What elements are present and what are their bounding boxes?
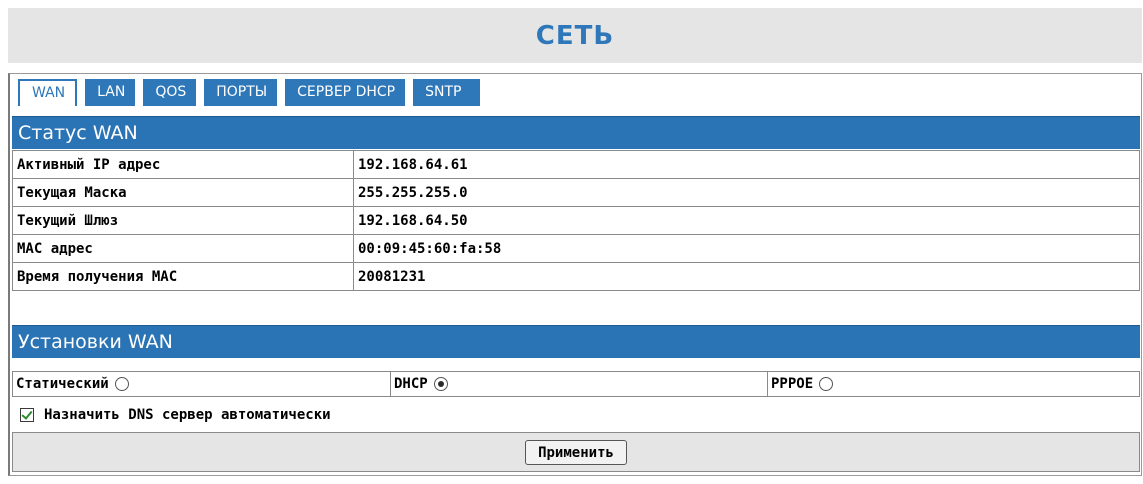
pppoe-radio[interactable] [819,377,834,391]
mac-time-value: 20081231 [353,262,1140,291]
static-label: Статический [16,376,109,392]
dns-auto-checkbox[interactable] [20,408,34,422]
tab-wan[interactable]: WAN [18,79,78,106]
table-row: Текущий Шлюз 192.168.64.50 [12,206,1140,235]
tab-lan[interactable]: LAN [85,79,136,106]
tab-sntp[interactable]: SNTP [413,79,481,106]
table-row: Время получения MAC 20081231 [12,262,1140,291]
dns-auto-row: Назначить DNS сервер автоматически [12,401,1140,429]
active-ip-value: 192.168.64.61 [353,150,1140,179]
current-mask-label: Текущая Маска [12,178,354,207]
current-gateway-label: Текущий Шлюз [12,206,354,235]
static-radio[interactable] [114,377,129,391]
mac-address-value: 00:09:45:60:fa:58 [353,234,1140,263]
active-ip-label: Активный IP адрес [12,150,354,179]
mac-time-label: Время получения MAC [12,262,354,291]
tab-bar: WAN LAN QOS ПОРТЫ СЕРВЕР DHCP SNTP [18,79,481,106]
table-row: Текущая Маска 255.255.255.0 [12,178,1140,207]
mac-address-label: MAC адрес [12,234,354,263]
current-mask-value: 255.255.255.0 [353,178,1140,207]
dns-auto-label: Назначить DNS сервер автоматически [44,407,331,423]
table-row: Активный IP адрес 192.168.64.61 [12,150,1140,179]
wan-status-table: Активный IP адрес 192.168.64.61 Текущая … [12,150,1140,291]
dhcp-radio[interactable] [433,377,448,391]
connection-mode-row: Статический DHCP PPPOE [12,371,1140,397]
current-gateway-value: 192.168.64.50 [353,206,1140,235]
page-title-bar: СЕТЬ [8,8,1142,63]
tab-ports[interactable]: ПОРТЫ [204,79,278,106]
dhcp-label: DHCP [394,376,428,392]
pppoe-label: PPPOE [771,376,814,392]
table-row: MAC адрес 00:09:45:60:fa:58 [12,234,1140,263]
wan-status-header: Статус WAN [12,116,1140,149]
pppoe-option[interactable]: PPPOE [767,372,1139,396]
page-title: СЕТЬ [535,21,615,51]
static-option[interactable]: Статический [13,372,390,396]
apply-button[interactable]: Применить [525,440,627,465]
apply-row: Применить [12,432,1140,472]
dhcp-option[interactable]: DHCP [390,372,767,396]
network-panel: WAN LAN QOS ПОРТЫ СЕРВЕР DHCP SNTP Стату… [8,73,1142,476]
tab-dhcp-server[interactable]: СЕРВЕР DHCP [285,79,406,106]
wan-settings-header: Установки WAN [12,325,1140,358]
tab-qos[interactable]: QOS [143,79,197,106]
